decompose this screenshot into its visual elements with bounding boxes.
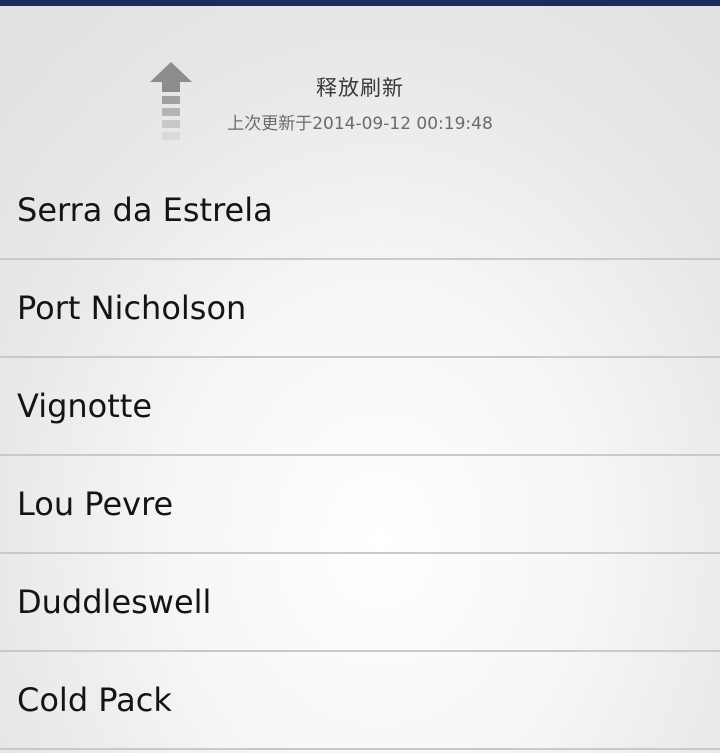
list-item-label: Cold Pack [17,681,172,719]
list-item[interactable]: Cold Pack [0,652,720,750]
pull-to-refresh-header: 释放刷新 上次更新于2014-09-12 00:19:48 [0,6,720,162]
list-item-label: Serra da Estrela [17,191,273,229]
refresh-status-label: 释放刷新 [316,76,404,100]
list-item[interactable]: Lou Pevre [0,456,720,554]
list-item-label: Vignotte [17,387,153,425]
list-item-label: Lou Pevre [17,485,174,523]
list-item[interactable]: Vignotte [0,358,720,456]
list-item[interactable]: Serra da Estrela [0,162,720,260]
item-list: Serra da Estrela Port Nicholson Vignotte… [0,162,720,750]
list-item-label: Port Nicholson [17,289,247,327]
last-updated-label: 上次更新于2014-09-12 00:19:48 [227,114,493,134]
list-item[interactable]: Port Nicholson [0,260,720,358]
list-item-label: Duddleswell [17,583,212,621]
list-item[interactable]: Duddleswell [0,554,720,652]
arrow-up-icon [150,62,192,140]
